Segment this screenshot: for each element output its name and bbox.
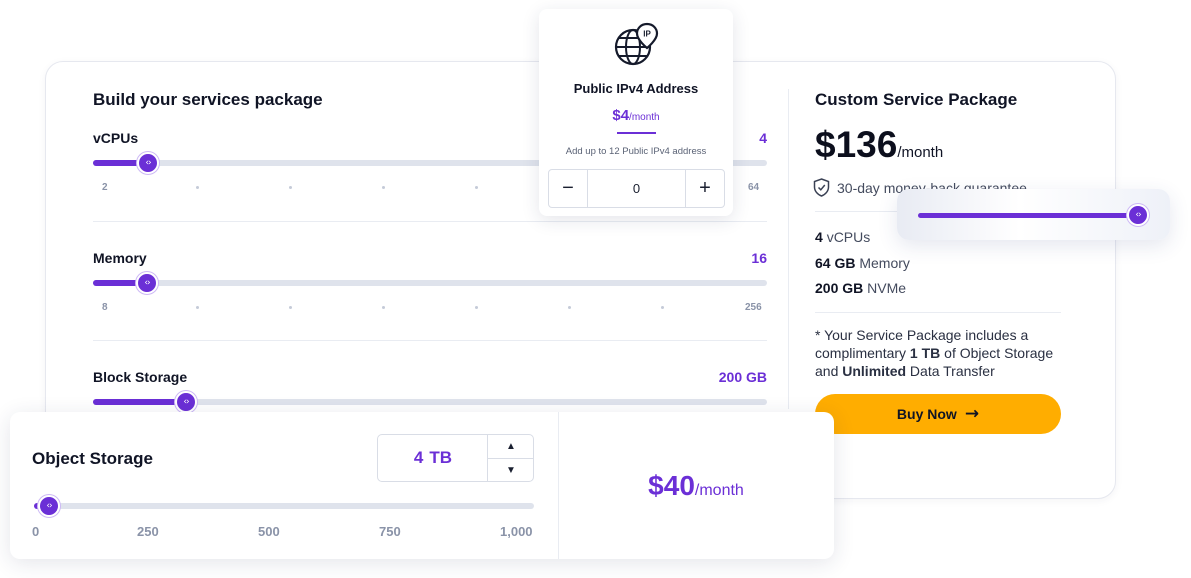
spec-amount: 4 xyxy=(815,229,823,245)
object-storage-price-unit: /month xyxy=(694,482,744,499)
ipv4-price-amount: $4 xyxy=(612,107,630,124)
spec-amount: 200 GB xyxy=(815,280,864,296)
spec-nvme: 200 GB NVMe xyxy=(815,280,906,296)
object-storage-label: Object Storage xyxy=(32,449,153,468)
floating-slider-fill xyxy=(918,213,1140,218)
tick-dot xyxy=(661,306,664,309)
object-storage-tick: 750 xyxy=(379,524,401,539)
divider xyxy=(815,211,897,212)
memory-slider-handle[interactable]: ‹› xyxy=(136,272,158,294)
block-storage-slider-fill xyxy=(93,399,185,405)
vcpus-min-tick: 2 xyxy=(102,182,108,193)
buy-now-button[interactable]: Buy Now → xyxy=(815,394,1061,434)
increment-button[interactable]: + xyxy=(686,170,724,207)
floating-slider-card: ‹› xyxy=(897,189,1170,240)
object-storage-spinner: ▲ ▼ xyxy=(487,435,534,481)
object-storage-slider-track[interactable] xyxy=(34,503,534,509)
total-price-unit: /month xyxy=(897,144,944,161)
chevron-up-icon[interactable]: ▲ xyxy=(488,435,534,458)
spec-unit: NVMe xyxy=(867,280,907,296)
ipv4-addon-card: IP Public IPv4 Address $4/month Add up t… xyxy=(539,9,733,216)
vcpus-label: vCPUs xyxy=(93,130,139,146)
memory-max-tick: 256 xyxy=(745,302,762,313)
object-storage-amount-value: 4 xyxy=(413,448,424,467)
shield-check-icon xyxy=(813,178,830,197)
note-text: Data Transfer xyxy=(906,363,995,379)
memory-label: Memory xyxy=(93,250,147,266)
tick-dot xyxy=(196,306,199,309)
ipv4-title: Public IPv4 Address xyxy=(573,81,699,96)
block-storage-label: Block Storage xyxy=(93,369,188,385)
object-storage-tick: 500 xyxy=(258,524,280,539)
ipv4-price-underline xyxy=(617,132,656,134)
ipv4-price: $4/month xyxy=(539,107,733,124)
object-storage-amount-input[interactable]: 4 TB ▲ ▼ xyxy=(377,434,534,482)
object-storage-price-amount: $40 xyxy=(648,470,695,501)
divider xyxy=(93,340,767,341)
object-storage-tick: 0 xyxy=(32,524,40,539)
tick-dot xyxy=(289,186,292,189)
ipv4-description: Add up to 12 Public IPv4 address xyxy=(565,146,707,157)
tick-dot xyxy=(196,186,199,189)
tick-dot xyxy=(568,306,571,309)
column-divider xyxy=(788,89,789,409)
spec-unit: vCPUs xyxy=(826,229,871,245)
spec-memory: 64 GB Memory xyxy=(815,255,910,271)
tick-dot xyxy=(382,306,385,309)
object-storage-slider-handle[interactable]: ‹› xyxy=(38,495,60,517)
globe-ip-pin-icon: IP xyxy=(614,22,659,66)
vcpus-slider-handle[interactable]: ‹› xyxy=(137,152,159,174)
note-bold-transfer: Unlimited xyxy=(842,363,907,379)
memory-value: 16 xyxy=(751,250,767,266)
tick-dot xyxy=(475,186,478,189)
package-note: * Your Service Package includes a compli… xyxy=(815,326,1065,380)
total-price: $136/month xyxy=(815,124,943,166)
buy-now-label: Buy Now xyxy=(896,406,957,422)
svg-text:IP: IP xyxy=(643,30,651,39)
decrement-button[interactable]: − xyxy=(549,170,587,207)
builder-title: Build your services package xyxy=(93,90,323,109)
memory-slider-track[interactable] xyxy=(93,280,767,286)
floating-slider-handle[interactable]: ‹› xyxy=(1127,204,1149,226)
object-storage-price: $40/month xyxy=(558,470,834,502)
object-storage-card: Object Storage 4 TB ▲ ▼ ‹› 0 250 500 750… xyxy=(10,412,834,559)
ipv4-quantity-input[interactable]: 0 xyxy=(587,170,686,207)
arrow-right-icon: → xyxy=(964,404,980,424)
object-storage-amount-unit: TB xyxy=(429,448,453,467)
ipv4-quantity-stepper: − 0 + xyxy=(548,169,725,208)
tick-dot xyxy=(382,186,385,189)
divider xyxy=(815,312,1061,313)
total-price-amount: $136 xyxy=(815,124,898,165)
object-storage-amount[interactable]: 4 TB xyxy=(378,435,488,481)
spec-unit: Memory xyxy=(859,255,910,271)
vcpus-max-tick: 64 xyxy=(748,182,760,193)
block-storage-value: 200 GB xyxy=(718,369,767,385)
object-storage-tick: 250 xyxy=(137,524,159,539)
object-storage-tick: 1,000 xyxy=(500,524,533,539)
chevron-down-icon[interactable]: ▼ xyxy=(488,458,534,481)
spec-amount: 64 GB xyxy=(815,255,856,271)
note-bold-storage: 1 TB xyxy=(909,345,941,361)
divider xyxy=(93,221,767,222)
spec-vcpus: 4 vCPUs xyxy=(815,229,870,245)
block-storage-slider-handle[interactable]: ‹› xyxy=(175,391,197,413)
tick-dot xyxy=(289,306,292,309)
memory-min-tick: 8 xyxy=(102,302,108,313)
ipv4-price-unit: /month xyxy=(629,112,660,123)
tick-dot xyxy=(475,306,478,309)
summary-title: Custom Service Package xyxy=(815,90,1018,109)
